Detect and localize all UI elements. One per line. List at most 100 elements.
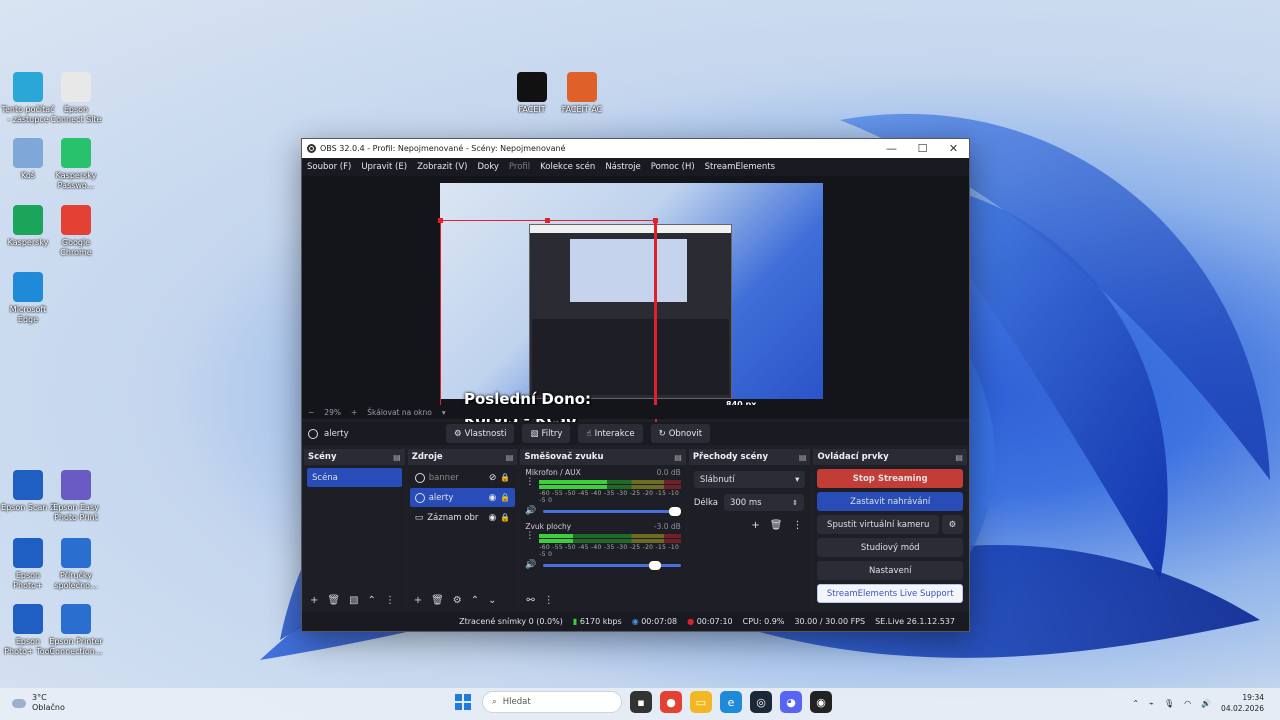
source-item-screen-capture[interactable]: ▭ Záznam obr ◉ 🔒 — [410, 508, 516, 527]
speaker-icon[interactable]: 🔊 — [525, 560, 536, 570]
source-item-banner[interactable]: banner ⊘ 🔒 — [410, 468, 516, 487]
add-icon[interactable]: + — [310, 595, 318, 606]
gear-icon[interactable]: ⚙ — [453, 595, 462, 606]
volume-slider[interactable] — [542, 560, 681, 570]
desktop-shortcut[interactable]: Epson Easy Photo Print — [48, 470, 104, 523]
desktop-shortcut[interactable]: Epson Printer Connection... — [48, 604, 104, 657]
minimize-icon[interactable]: — — [876, 139, 907, 158]
weather-widget[interactable]: 3°C Oblačno — [12, 693, 65, 713]
chevron-up-icon[interactable]: ⌃ — [471, 595, 479, 606]
add-icon[interactable]: + — [414, 595, 422, 606]
refresh-button[interactable]: ↻ Obnovit — [650, 424, 711, 443]
clock[interactable]: 19:34 04.02.2026 — [1221, 692, 1264, 714]
add-icon[interactable]: + — [751, 520, 759, 531]
resize-handle[interactable] — [438, 218, 443, 223]
discord-icon[interactable]: ◕ — [780, 691, 802, 713]
menu-item-profile[interactable]: Profil — [509, 162, 530, 172]
more-icon[interactable]: ⋮ — [525, 477, 535, 487]
microphone-icon[interactable]: 🎙 — [1164, 699, 1174, 708]
streamelements-support-button[interactable]: StreamElements Live Support — [817, 584, 963, 603]
desktop-shortcut[interactable]: Kaspersky Passwo... — [48, 138, 104, 191]
menu-item-scene-collection[interactable]: Kolekce scén — [540, 162, 595, 172]
close-icon[interactable]: ✕ — [938, 139, 969, 158]
mixer-title: Směšovač zvuku — [524, 452, 604, 462]
interact-button[interactable]: ☝ Interakce — [578, 424, 643, 443]
mixer-channel: Mikrofon / AUX 0.0 dB ⋮ -60 -55 -50 -45 -40… — [520, 465, 685, 519]
wifi-icon[interactable]: ◠ — [1184, 699, 1191, 708]
volume-icon[interactable]: 🔊 — [1201, 699, 1211, 708]
desktop-shortcut[interactable]: FACEIT — [504, 72, 560, 115]
taskbar-search[interactable]: ⌕ Hledat — [482, 691, 622, 713]
steam-icon[interactable]: ◎ — [750, 691, 772, 713]
virtual-camera-settings-button[interactable]: ⚙ — [941, 515, 963, 534]
eye-icon[interactable]: ◉ — [489, 493, 497, 503]
scene-item[interactable]: Scéna — [307, 468, 402, 487]
more-icon[interactable]: ⋮ — [792, 520, 802, 531]
trash-icon[interactable]: 🗑 — [770, 520, 783, 531]
desktop-shortcut[interactable]: Epson Connect Site — [48, 72, 104, 125]
stop-recording-button[interactable]: Zastavit nahrávání — [817, 492, 963, 511]
maximize-icon[interactable]: ☐ — [907, 139, 938, 158]
settings-button[interactable]: Nastavení — [817, 561, 963, 580]
stop-streaming-button[interactable]: Stop Streaming — [817, 469, 963, 488]
desktop-shortcut[interactable]: Příručky společno... — [48, 538, 104, 591]
dock-menu-icon[interactable]: ▤ — [955, 453, 963, 462]
windows-start-icon[interactable] — [452, 691, 474, 713]
docks: Scény ▤ Scéna + 🗑 ▧ ⌃ ⋮ Zdroje ▤ banner ⊘ … — [302, 449, 969, 611]
obs-titlebar[interactable]: OBS 32.0.4 - Profil: Nepojmenované - Scé… — [302, 139, 969, 158]
resize-handle[interactable] — [653, 218, 658, 223]
dock-menu-icon[interactable]: ▤ — [506, 453, 514, 462]
properties-button[interactable]: ⚙ Vlastnosti — [446, 424, 515, 443]
desktop-shortcut[interactable]: Microsoft Edge — [0, 272, 56, 325]
chevron-down-icon[interactable]: ⌄ — [488, 595, 496, 606]
dock-menu-icon[interactable]: ▤ — [674, 453, 682, 462]
speaker-icon[interactable]: 🔊 — [525, 506, 536, 516]
menu-item-docks[interactable]: Doky — [478, 162, 499, 172]
spin-arrows-icon[interactable]: ⇕ — [792, 499, 798, 507]
menu-item-tools[interactable]: Nástroje — [605, 162, 640, 172]
menu-item-file[interactable]: Soubor (F) — [307, 162, 351, 172]
desktop-shortcut[interactable]: FACEIT AC — [554, 72, 610, 115]
preview-area[interactable]: Poslední Dono: Korvi5 - Kč30 840 px — [302, 176, 969, 441]
studio-mode-button[interactable]: Studiový mód — [817, 538, 963, 557]
chevron-up-icon[interactable]: ⌃ — [368, 595, 376, 606]
lock-icon[interactable]: 🔒 — [500, 473, 510, 482]
eye-icon[interactable]: ◉ — [489, 513, 497, 523]
trash-icon[interactable]: 🗑 — [431, 595, 444, 606]
filter-icon[interactable]: ▧ — [349, 595, 358, 606]
virtual-camera-button[interactable]: Spustit virtuální kameru — [817, 515, 939, 534]
network-icon[interactable]: ⌁ — [1149, 699, 1154, 708]
edge-icon[interactable]: e — [720, 691, 742, 713]
transition-select[interactable]: Slábnutí ▾ — [693, 471, 806, 488]
obs-taskbar-icon[interactable]: ◉ — [810, 691, 832, 713]
eye-hidden-icon[interactable]: ⊘ — [489, 473, 497, 483]
desktop-shortcut[interactable]: Google Chrome — [48, 205, 104, 258]
task-view-icon[interactable]: ▪ — [630, 691, 652, 713]
more-icon[interactable]: ⋮ — [385, 595, 395, 606]
scale-mode[interactable]: Škálovat na okno — [367, 408, 432, 417]
chevron-up-icon[interactable]: ⌃ — [1132, 699, 1139, 708]
lock-icon[interactable]: 🔒 — [500, 493, 510, 502]
dock-menu-icon[interactable]: ▤ — [799, 453, 807, 462]
link-icon[interactable]: ⚯ — [526, 595, 534, 606]
file-explorer-icon[interactable]: ▭ — [690, 691, 712, 713]
menu-item-streamelements[interactable]: StreamElements — [705, 162, 775, 172]
chevron-down-icon[interactable]: ▾ — [442, 408, 446, 417]
lock-icon[interactable]: 🔒 — [500, 513, 510, 522]
menu-item-edit[interactable]: Upravit (E) — [361, 162, 407, 172]
dock-menu-icon[interactable]: ▤ — [393, 453, 401, 462]
more-icon[interactable]: ⋮ — [544, 595, 554, 606]
filters-button[interactable]: ▧ Filtry — [522, 424, 571, 443]
more-icon[interactable]: ⋮ — [525, 531, 535, 541]
trash-icon[interactable]: 🗑 — [327, 595, 340, 606]
zoom-in-button[interactable]: + — [351, 408, 357, 417]
menu-item-view[interactable]: Zobrazit (V) — [417, 162, 467, 172]
duration-spinbox[interactable]: 300 ms ⇕ — [723, 494, 804, 511]
zoom-out-button[interactable]: − — [308, 408, 314, 417]
resize-handle[interactable] — [545, 218, 550, 223]
preview-canvas[interactable] — [440, 183, 823, 399]
volume-slider[interactable] — [542, 506, 681, 516]
chrome-icon[interactable]: ● — [660, 691, 682, 713]
menu-item-help[interactable]: Pomoc (H) — [651, 162, 695, 172]
source-item-alerty[interactable]: alerty ◉ 🔒 — [409, 488, 516, 507]
